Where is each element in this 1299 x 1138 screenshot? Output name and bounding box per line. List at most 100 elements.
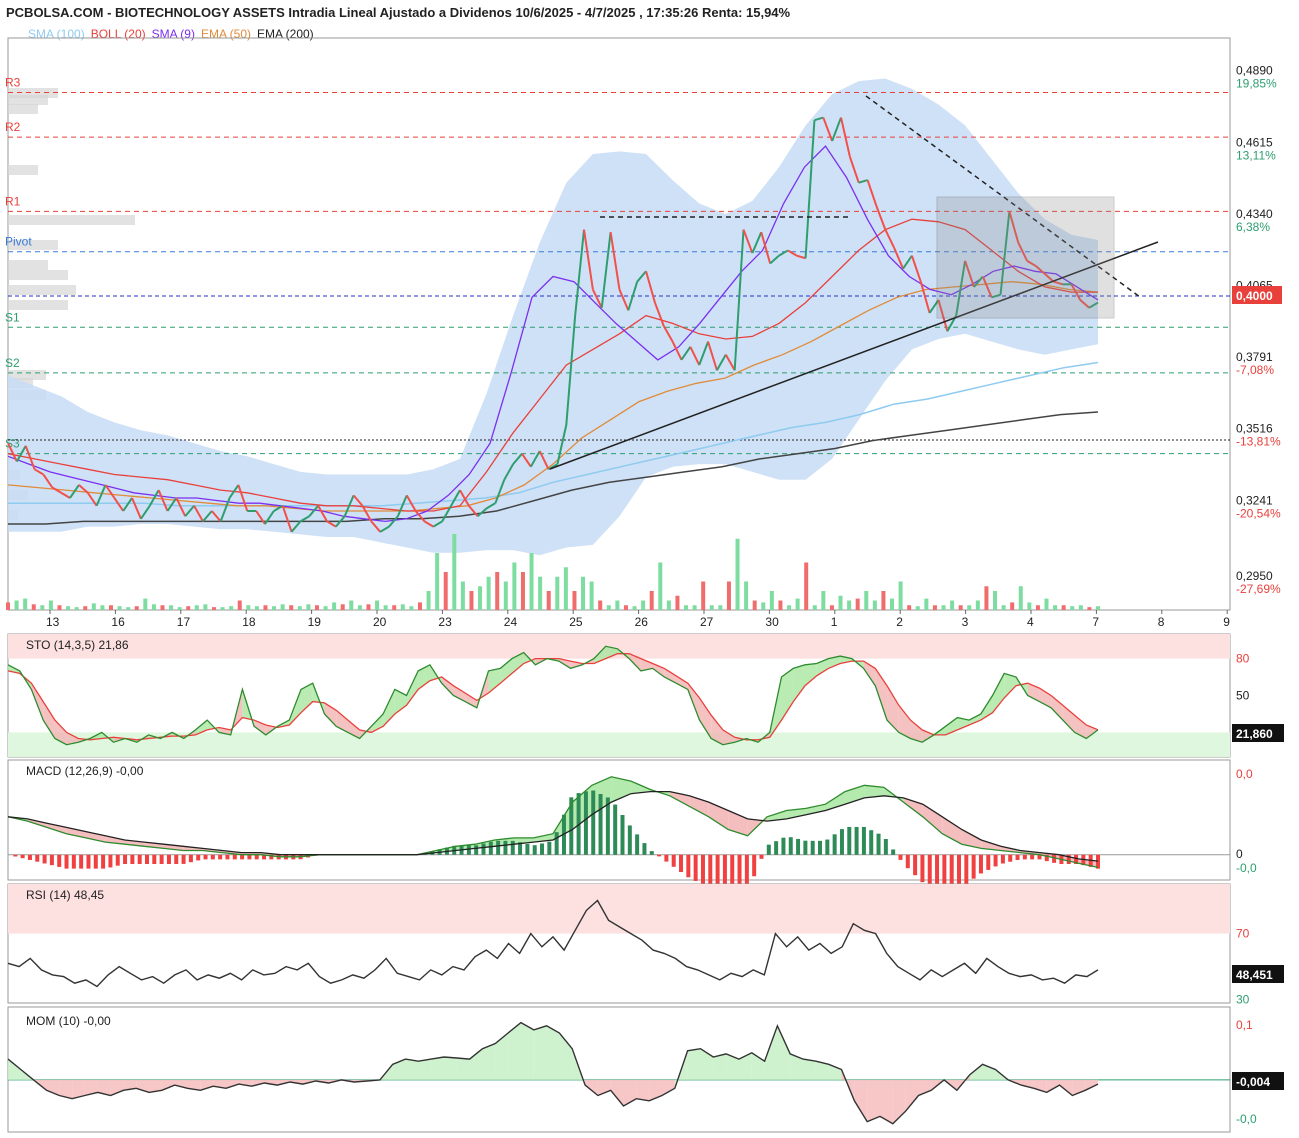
macd-histogram-bar <box>898 854 903 860</box>
macd-histogram-bar <box>627 825 632 855</box>
macd-histogram-bar <box>540 843 545 855</box>
volume-bar <box>435 553 440 610</box>
volume-bar <box>804 562 809 610</box>
volume-bar <box>666 600 671 610</box>
volume-bar <box>641 600 646 610</box>
mom-fill <box>482 1043 496 1080</box>
macd-histogram-bar <box>1030 854 1035 860</box>
volume-bar <box>349 600 354 610</box>
mom-fill <box>777 1025 791 1080</box>
macd-histogram-bar <box>657 854 662 857</box>
macd-histogram-bar <box>137 854 142 864</box>
volume-bar <box>709 605 714 610</box>
volume-bar <box>400 604 405 610</box>
volume-bar <box>254 606 259 610</box>
sto-fill <box>1051 695 1063 721</box>
macd-histogram-bar <box>57 854 62 867</box>
macd-histogram-bar <box>218 854 223 860</box>
volume-bar <box>623 605 628 610</box>
x-tick-label: 23 <box>438 615 452 629</box>
volume-bar <box>1044 598 1049 610</box>
volume-bar <box>684 605 689 610</box>
volume-bar <box>872 600 877 610</box>
volume-bar <box>272 606 277 610</box>
macd-histogram-bar <box>583 791 588 855</box>
volume-bar <box>366 604 371 610</box>
volume-bar <box>426 591 431 610</box>
volume-bar <box>375 600 380 610</box>
mom-fill <box>444 1057 457 1080</box>
macd-histogram-bar <box>679 854 684 873</box>
volume-bar <box>486 576 491 610</box>
consolidation-box <box>936 196 1115 319</box>
volume-bar <box>975 600 980 610</box>
sto-fill <box>465 693 477 708</box>
volume-bar <box>1053 605 1058 610</box>
macd-histogram-bar <box>79 854 84 869</box>
macd-histogram-bar <box>240 854 245 860</box>
macd-histogram-bar <box>152 854 157 864</box>
volume-bar <box>1035 605 1040 610</box>
mom-fill <box>636 1079 650 1101</box>
y-tick-pct: -27,69% <box>1236 582 1281 596</box>
volume-bar <box>134 606 139 610</box>
mom-y-tick: -0,0 <box>1236 1112 1257 1126</box>
macd-fill <box>942 816 962 845</box>
volume-bar <box>555 576 560 610</box>
macd-y-tick: 0,0 <box>1236 767 1253 781</box>
sto-fill <box>500 658 512 684</box>
volume-profile-bar <box>8 104 38 114</box>
macd-histogram-bar <box>27 854 32 860</box>
x-tick-label: 13 <box>46 615 60 629</box>
volume-bar <box>91 603 96 610</box>
volume-bar <box>392 605 397 610</box>
mom-fill <box>520 1022 534 1080</box>
mom-fill <box>867 1079 880 1122</box>
sto-fill <box>1062 705 1075 733</box>
macd-histogram-bar <box>766 844 771 855</box>
volume-bar <box>417 602 422 610</box>
macd-histogram-bar <box>986 854 991 870</box>
mom-fill <box>905 1079 919 1112</box>
macd-histogram-bar <box>927 854 932 886</box>
volume-bar <box>924 598 929 610</box>
macd-histogram-bar <box>883 839 888 855</box>
pivot-label: S1 <box>5 310 20 324</box>
macd-histogram-bar <box>210 854 215 860</box>
volume-bar <box>615 600 620 610</box>
volume-bar <box>143 598 148 610</box>
macd-histogram-bar <box>1000 854 1005 864</box>
rsi-label: RSI (14) 48,45 <box>26 888 104 902</box>
macd-histogram-bar <box>591 790 596 855</box>
volume-bar <box>211 607 216 610</box>
macd-histogram-bar <box>108 854 113 868</box>
volume-bar <box>169 605 174 610</box>
volume-bar <box>194 605 199 610</box>
volume-bar <box>383 605 388 610</box>
volume-bar <box>495 572 500 610</box>
y-tick-label: 0,3791 <box>1236 350 1273 364</box>
macd-histogram-bar <box>832 834 837 855</box>
macd-histogram-bar <box>115 854 120 866</box>
macd-histogram-bar <box>774 841 779 855</box>
volume-bar <box>692 605 697 610</box>
volume-bar <box>57 605 62 610</box>
macd-y-tick: 0 <box>1236 847 1243 861</box>
volume-bar <box>847 600 852 610</box>
pivot-label: R2 <box>5 120 21 134</box>
volume-bar <box>520 572 525 610</box>
volume-bar <box>229 606 234 610</box>
volume-bar <box>289 605 294 610</box>
volume-bar <box>932 605 937 610</box>
volume-bar <box>812 605 817 610</box>
volume-bar <box>658 562 663 610</box>
mom-panel-frame <box>7 1006 1231 1133</box>
x-tick-label: 19 <box>308 615 322 629</box>
x-tick-label: 16 <box>111 615 125 629</box>
macd-histogram-bar <box>42 854 47 864</box>
macd-histogram-bar <box>642 843 647 855</box>
y-tick-label: 0,4890 <box>1236 64 1273 78</box>
volume-profile-bar <box>8 215 135 225</box>
macd-histogram-bar <box>503 840 508 855</box>
volume-bar <box>452 534 457 610</box>
